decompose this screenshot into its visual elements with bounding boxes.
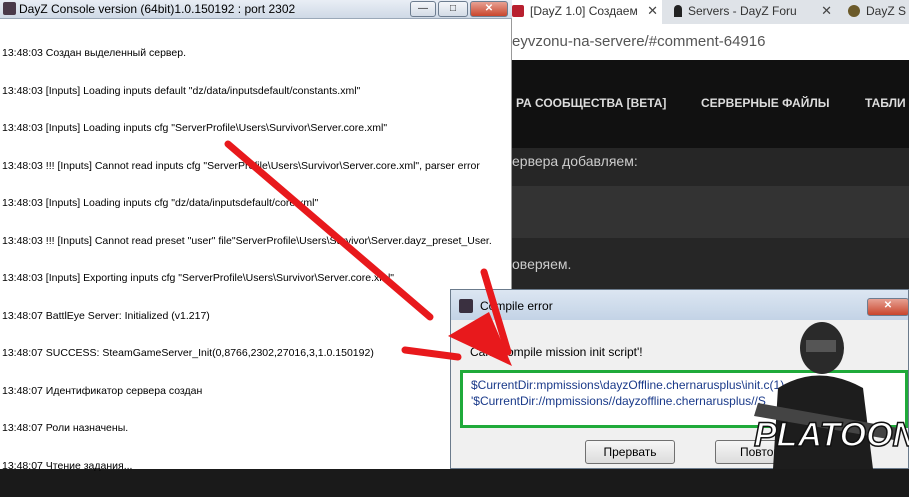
code-block — [512, 186, 909, 238]
log-line: 13:48:03 !!! [Inputs] Cannot read preset… — [2, 234, 492, 247]
close-icon[interactable]: ✕ — [821, 0, 832, 22]
tab-servers-forum[interactable]: Servers - DayZ Foru ✕ — [674, 0, 836, 24]
tab-label: Servers - DayZ Foru — [688, 4, 797, 18]
minimize-button[interactable]: — — [410, 1, 436, 17]
platoon-watermark: PLATOON — [753, 322, 909, 469]
dialog-title: Compile error — [480, 299, 553, 313]
close-button[interactable]: ✕ — [867, 298, 909, 316]
abort-button[interactable]: Прервать — [585, 440, 675, 464]
log-line: 13:48:07 Роли назначены. — [2, 422, 129, 434]
nav-item-server-files[interactable]: СЕРВЕРНЫЕ ФАЙЛЫ — [701, 96, 830, 110]
tab-dayz-create[interactable]: [DayZ 1.0] Создаем ✕ — [512, 0, 662, 24]
post-text-2: оверяем. — [512, 256, 572, 272]
dayz-logo-icon — [848, 5, 860, 17]
log-line: 13:48:03 [Inputs] Loading inputs cfg "dz… — [2, 197, 319, 209]
log-line: 13:48:03 [Inputs] Exporting inputs cfg "… — [2, 272, 395, 284]
nav-item-community[interactable]: РА СООБЩЕСТВА [BETA] — [516, 96, 666, 110]
dayz-s-icon — [512, 5, 524, 17]
survivor-icon — [674, 5, 682, 17]
close-button[interactable]: ✕ — [470, 1, 508, 17]
maximize-button[interactable]: □ — [438, 1, 468, 17]
browser-tab-bar: [DayZ 1.0] Создаем ✕ Servers - DayZ Foru… — [512, 0, 909, 24]
dayz-app-icon — [459, 299, 473, 313]
nav-item-tables[interactable]: ТАБЛИ — [865, 96, 906, 110]
log-line: 13:48:07 Чтение задания... — [2, 459, 133, 472]
dayz-app-icon — [3, 2, 16, 15]
log-line: 13:48:07 Идентификатор сервера создан — [2, 384, 203, 397]
error-path-line-2: '$CurrentDir://mpmissions//dayzoffline.c… — [471, 394, 766, 408]
console-log: 13:48:03 Создан выделенный сервер. 13:48… — [2, 22, 492, 497]
tab-label: [DayZ 1.0] Создаем — [530, 4, 638, 18]
watermark-text: PLATOON — [754, 416, 909, 454]
log-line: 13:48:03 !!! [Inputs] Cannot read inputs… — [2, 159, 480, 172]
log-line: 13:48:03 [Inputs] Loading inputs cfg "Se… — [2, 122, 388, 134]
address-text: eyvzonu-na-servere/#comment-64916 — [512, 33, 766, 50]
error-path-line-1: $CurrentDir:mpmissions\dayzOffline.chern… — [471, 378, 785, 392]
log-line: 13:48:03 [Inputs] Loading inputs default… — [2, 84, 361, 97]
log-line: 13:48:07 BattlEye Server: Initialized (v… — [2, 309, 210, 322]
post-text-1: ервера добавляем: — [512, 153, 638, 169]
console-title: DayZ Console version (64bit)1.0.150192 :… — [19, 2, 296, 16]
close-icon[interactable]: ✕ — [647, 0, 658, 22]
dialog-titlebar: Compile error ✕ — [451, 290, 909, 320]
console-window: DayZ Console version (64bit)1.0.150192 :… — [0, 0, 512, 472]
error-message: Can't compile mission init script'! — [470, 345, 643, 359]
tab-dayz-s[interactable]: DayZ S — [848, 0, 909, 24]
tab-label: DayZ S — [866, 4, 907, 18]
console-titlebar: DayZ Console version (64bit)1.0.150192 :… — [0, 0, 512, 19]
log-line: 13:48:07 SUCCESS: SteamGameServer_Init(0… — [2, 347, 374, 359]
address-bar[interactable]: eyvzonu-na-servere/#comment-64916 — [512, 24, 909, 60]
site-navigation: РА СООБЩЕСТВА [BETA] СЕРВЕРНЫЕ ФАЙЛЫ ТАБ… — [512, 60, 909, 148]
log-line: 13:48:03 Создан выделенный сервер. — [2, 47, 186, 59]
